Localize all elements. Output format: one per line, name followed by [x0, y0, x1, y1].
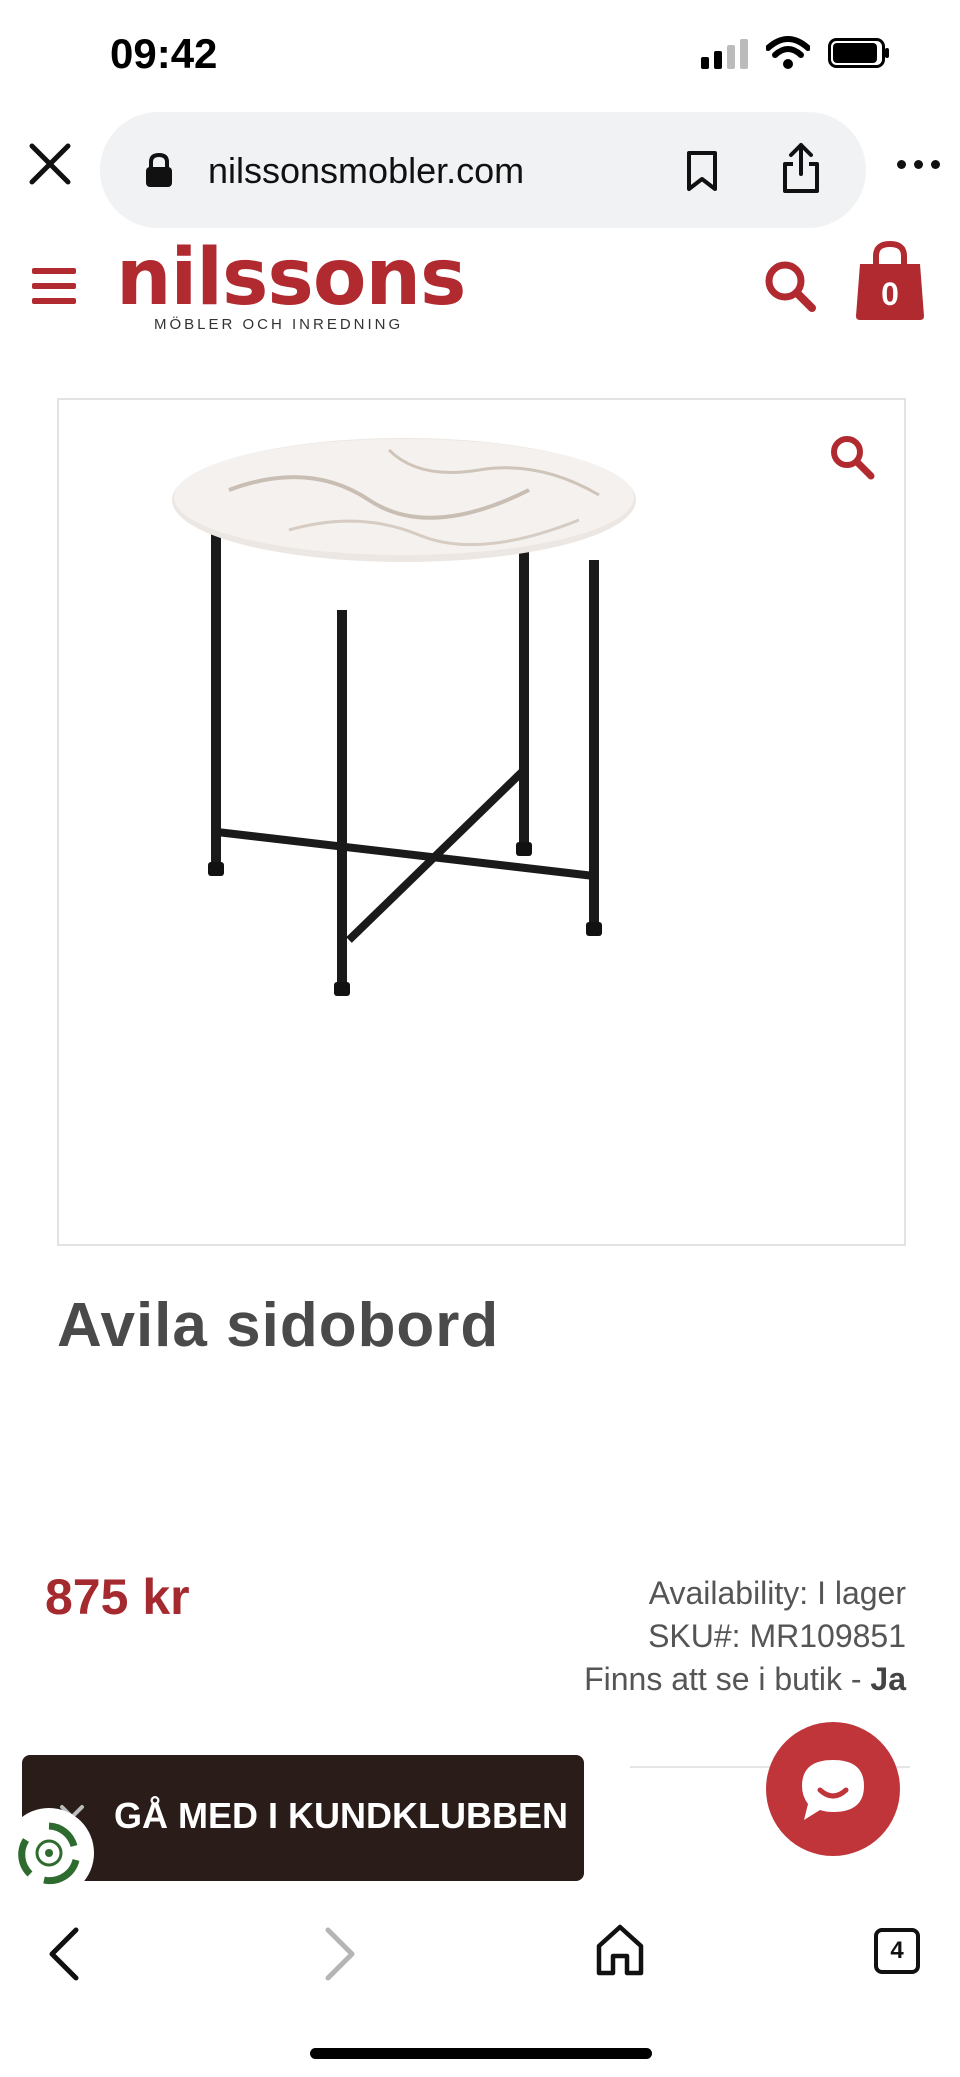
- chat-icon: [802, 1760, 864, 1820]
- forward-icon[interactable]: [320, 1924, 360, 1984]
- home-icon[interactable]: [594, 1922, 646, 1978]
- status-time: 09:42: [110, 30, 218, 77]
- chat-button[interactable]: [766, 1722, 900, 1856]
- url-text: nilssonsmobler.com: [208, 150, 525, 191]
- close-icon[interactable]: [22, 136, 78, 192]
- product-title: Avila sidobord: [57, 1291, 500, 1360]
- site-header: nilssons MÖBLER OCH INREDNING 0: [0, 232, 960, 352]
- bookmark-icon[interactable]: [684, 150, 720, 192]
- cart-count: 0: [881, 276, 899, 312]
- hamburger-icon[interactable]: [32, 268, 76, 304]
- signal-icon: [701, 37, 748, 69]
- cart-button[interactable]: 0: [852, 238, 928, 322]
- recycle-badge[interactable]: [4, 1808, 94, 1898]
- sku-value: MR109851: [749, 1618, 906, 1654]
- address-bar[interactable]: nilssonsmobler.com: [100, 112, 866, 228]
- tabs-icon[interactable]: 4: [874, 1928, 920, 1974]
- in-store-label: Finns att se i butik -: [584, 1661, 862, 1697]
- in-store-row: Finns att se i butik - Ja: [584, 1658, 906, 1701]
- status-bar: 09:42: [0, 0, 960, 110]
- sku-row: SKU#: MR109851: [584, 1615, 906, 1658]
- more-icon[interactable]: [897, 160, 940, 169]
- browser-toolbar: 4: [0, 1892, 960, 2077]
- home-indicator: [310, 2048, 652, 2059]
- in-store-value: Ja: [870, 1661, 906, 1697]
- product-price: 875 kr: [45, 1569, 190, 1625]
- zoom-icon[interactable]: [827, 432, 877, 482]
- site-logo[interactable]: nilssons MÖBLER OCH INREDNING: [116, 232, 466, 333]
- recycle-icon: [18, 1822, 80, 1885]
- logo-word: nilssons: [116, 233, 466, 323]
- back-icon[interactable]: [44, 1924, 84, 1984]
- status-icons: [701, 36, 890, 70]
- battery-icon: [828, 38, 889, 68]
- lock-icon: [146, 152, 172, 187]
- availability-label: Availability:: [648, 1575, 809, 1611]
- sku-label: SKU#:: [648, 1618, 741, 1654]
- availability-value: I lager: [817, 1575, 906, 1611]
- club-banner-text: GÅ MED I KUNDKLUBBEN: [114, 1795, 568, 1836]
- search-icon[interactable]: [760, 256, 820, 316]
- browser-bar: nilssonsmobler.com: [0, 108, 960, 228]
- side-table-image: [172, 438, 636, 996]
- product-meta: Availability: I lager SKU#: MR109851 Fin…: [584, 1572, 906, 1701]
- product-image[interactable]: [57, 398, 906, 1246]
- club-banner[interactable]: GÅ MED I KUNDKLUBBEN: [22, 1755, 584, 1881]
- availability-row: Availability: I lager: [584, 1572, 906, 1615]
- wifi-icon: [766, 36, 810, 69]
- share-icon[interactable]: [780, 142, 822, 194]
